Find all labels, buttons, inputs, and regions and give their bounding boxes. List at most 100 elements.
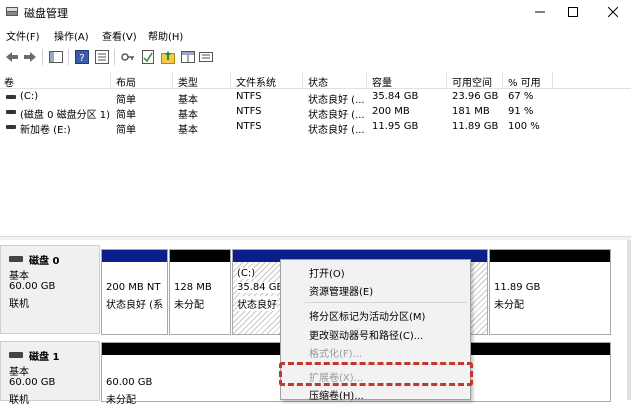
partition-size: 60.00 GB xyxy=(106,377,153,388)
menu-item-mark-active[interactable]: 将分区标记为活动分区(M) xyxy=(309,308,425,323)
cell-percent-free: 67 % xyxy=(508,91,534,102)
disk-0-label[interactable]: 磁盘 0 基本 60.00 GB 联机 xyxy=(0,245,100,334)
column-divider[interactable] xyxy=(502,72,503,89)
menu-file[interactable]: 文件(F) xyxy=(6,28,40,43)
connect-button[interactable] xyxy=(120,49,136,65)
menu-item-change-drive-letter[interactable]: 更改驱动器号和路径(C)... xyxy=(309,327,423,342)
partition-status: 未分配 xyxy=(494,300,524,311)
cell-capacity: 35.84 GB xyxy=(372,91,419,102)
minimize-button[interactable] xyxy=(522,0,558,24)
cell-volume: (C:) xyxy=(20,91,39,102)
volume-icon xyxy=(6,125,16,129)
svg-text:?: ? xyxy=(79,53,84,64)
cell-capacity: 200 MB xyxy=(372,106,410,117)
export-button[interactable] xyxy=(160,49,176,65)
menu-item-format[interactable]: 格式化(F)... xyxy=(309,345,362,360)
disk-state: 联机 xyxy=(9,395,29,406)
forward-icon xyxy=(24,52,36,62)
partition-bar xyxy=(102,250,167,262)
forward-button[interactable] xyxy=(22,49,38,65)
cell-volume: 新加卷 (E:) xyxy=(20,125,71,136)
cell-filesystem: NTFS xyxy=(236,106,262,117)
partition-status: 状态良好 xyxy=(237,296,277,311)
menu-bar: 文件(F) 操作(A) 查看(V) 帮助(H) xyxy=(0,26,631,44)
menu-help[interactable]: 帮助(H) xyxy=(148,28,183,43)
maximize-icon xyxy=(568,7,578,17)
volume-icon xyxy=(6,95,16,99)
column-header-filesystem[interactable]: 文件系统 xyxy=(236,74,276,89)
scrollbar[interactable] xyxy=(627,240,631,400)
properties-button[interactable] xyxy=(94,49,110,65)
cell-percent-free: 91 % xyxy=(508,106,534,117)
toolbar-separator xyxy=(68,49,69,65)
view-pane-icon xyxy=(181,51,195,63)
console-tree-icon xyxy=(49,51,63,63)
back-button[interactable] xyxy=(4,49,20,65)
minimize-icon xyxy=(535,11,545,13)
partition-status: 状态良好 (系 xyxy=(106,300,164,311)
close-icon xyxy=(608,7,618,17)
volume-list-header: 卷 布局 类型 文件系统 状态 容量 可用空间 % 可用 xyxy=(0,72,631,89)
partition-unallocated-0[interactable]: 128 MB 未分配 xyxy=(169,249,231,335)
cell-status: 状态良好 (... xyxy=(308,95,365,106)
table-row[interactable]: 新加卷 (E:) 简单 基本 NTFS 状态良好 (... 11.95 GB 1… xyxy=(0,120,631,136)
window-title: 磁盘管理 xyxy=(24,7,68,20)
column-divider[interactable] xyxy=(366,72,367,89)
menu-item-explorer[interactable]: 资源管理器(E) xyxy=(309,283,373,298)
cell-free: 23.96 GB xyxy=(452,91,499,102)
disk-type: 基本 xyxy=(9,367,29,378)
show-hide-console-button[interactable] xyxy=(48,49,64,65)
cell-volume: (磁盘 0 磁盘分区 1) xyxy=(20,110,111,121)
column-header-volume[interactable]: 卷 xyxy=(4,74,14,89)
cell-layout: 简单 xyxy=(116,95,136,106)
back-icon xyxy=(6,52,18,62)
partition-unallocated-1[interactable]: 11.89 GB 未分配 xyxy=(489,249,611,335)
toolbar: ? xyxy=(0,45,631,69)
table-row[interactable]: (磁盘 0 磁盘分区 1) 简单 基本 NTFS 状态良好 (... 200 M… xyxy=(0,105,631,121)
partition-size: 11.89 GB xyxy=(494,282,541,293)
help-button[interactable]: ? xyxy=(74,49,90,65)
column-divider[interactable] xyxy=(446,72,447,89)
close-button[interactable] xyxy=(595,0,631,24)
column-divider[interactable] xyxy=(172,72,173,89)
menu-item-open[interactable]: 打开(O) xyxy=(309,265,345,280)
column-header-percent-free[interactable]: % 可用 xyxy=(508,74,541,89)
disk-icon xyxy=(9,256,23,262)
disk-icon xyxy=(9,352,23,358)
column-divider[interactable] xyxy=(110,72,111,89)
disk-name: 磁盘 1 xyxy=(29,352,60,363)
menu-separator xyxy=(305,302,467,303)
column-header-capacity[interactable]: 容量 xyxy=(372,74,392,89)
volume-icon xyxy=(6,110,16,114)
column-header-layout[interactable]: 布局 xyxy=(116,74,136,89)
folder-up-icon xyxy=(161,51,175,64)
cell-type: 基本 xyxy=(178,95,198,106)
column-header-type[interactable]: 类型 xyxy=(178,74,198,89)
help-icon: ? xyxy=(75,50,89,64)
disk-state: 联机 xyxy=(9,299,29,310)
settings-button[interactable] xyxy=(198,49,214,65)
disk-size: 60.00 GB xyxy=(9,281,56,292)
column-divider[interactable] xyxy=(302,72,303,89)
partition-bar xyxy=(490,250,610,262)
disk-1-label[interactable]: 磁盘 1 基本 60.00 GB 联机 xyxy=(0,341,100,406)
maximize-button[interactable] xyxy=(555,0,591,24)
partition-status: 未分配 xyxy=(106,395,136,406)
column-divider[interactable] xyxy=(230,72,231,89)
cell-type: 基本 xyxy=(178,110,198,121)
menu-view[interactable]: 查看(V) xyxy=(102,28,137,43)
partition-system[interactable]: 200 MB NT 状态良好 (系 xyxy=(101,249,168,335)
table-row[interactable]: (C:) 简单 基本 NTFS 状态良好 (... 35.84 GB 23.96… xyxy=(0,90,631,106)
toolbar-separator xyxy=(114,49,115,65)
column-header-free[interactable]: 可用空间 xyxy=(452,74,492,89)
partition-size: 35.84 GB xyxy=(237,282,284,293)
cell-layout: 简单 xyxy=(116,110,136,121)
cell-type: 基本 xyxy=(178,125,198,136)
cell-free: 11.89 GB xyxy=(452,121,499,132)
check-button[interactable] xyxy=(140,49,156,65)
cell-layout: 简单 xyxy=(116,125,136,136)
column-header-status[interactable]: 状态 xyxy=(308,74,328,89)
menu-action[interactable]: 操作(A) xyxy=(54,28,89,43)
column-divider[interactable] xyxy=(552,72,553,89)
view-button[interactable] xyxy=(180,49,196,65)
